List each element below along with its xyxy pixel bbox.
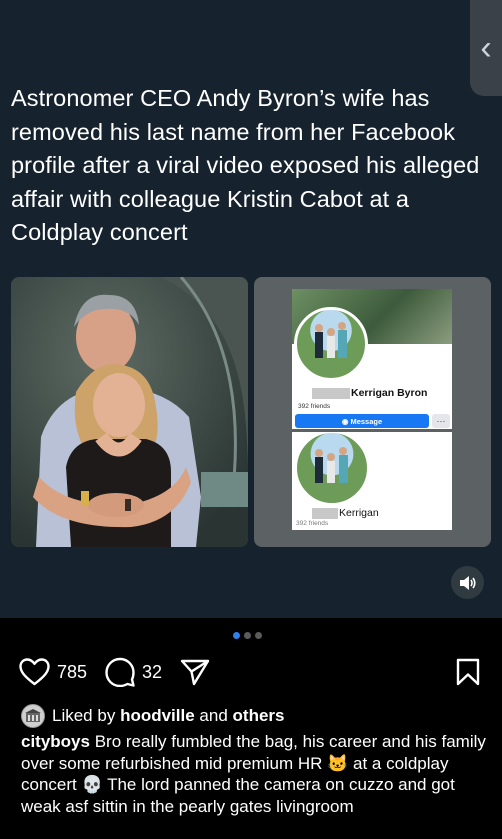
profile-card-top: Kerrigan Byron 392 friends ◉ Message ··· <box>292 289 452 429</box>
post-media: ‹ Astronomer CEO Andy Byron’s wife has r… <box>0 0 502 618</box>
share-button[interactable] <box>180 655 210 689</box>
post-headline: Astronomer CEO Andy Byron’s wife has rem… <box>11 85 480 245</box>
redacted-block <box>312 507 338 519</box>
mute-toggle[interactable] <box>451 566 484 599</box>
caption-username[interactable]: cityboys <box>21 732 90 751</box>
save-button[interactable] <box>456 655 480 689</box>
profile-card-bottom: Kerrigan 392 friends <box>292 432 452 530</box>
profile-name: Kerrigan <box>312 507 379 519</box>
friends-count: 392 friends <box>298 403 331 410</box>
profile-avatar <box>294 432 370 506</box>
redacted-block <box>312 387 350 399</box>
like-button[interactable]: 785 <box>19 655 87 689</box>
skull-emoji: 💀 <box>81 775 103 794</box>
avatar[interactable] <box>21 704 45 728</box>
building-icon <box>25 709 41 722</box>
like-count: 785 <box>57 661 88 682</box>
carousel-dot <box>244 632 251 639</box>
comment-icon <box>105 657 135 687</box>
liked-by-user[interactable]: hoodville <box>120 706 195 726</box>
liked-by-others[interactable]: others <box>233 706 285 726</box>
profile-avatar <box>294 307 368 381</box>
more-button[interactable]: ··· <box>432 414 450 428</box>
liked-by-joiner: and <box>199 706 228 725</box>
profile-name: Kerrigan Byron <box>312 387 427 399</box>
speaker-icon <box>459 575 476 590</box>
comment-button[interactable]: 32 <box>105 655 162 689</box>
bookmark-icon <box>456 658 480 686</box>
carousel-indicator <box>233 632 262 639</box>
liked-by-prefix: Liked by <box>52 706 116 725</box>
carousel-dot <box>233 632 240 639</box>
cat-emoji: 🐱 <box>327 753 349 773</box>
liked-by: Liked by hoodville and others <box>21 704 285 728</box>
heart-icon <box>19 658 50 686</box>
friends-count: 392 friends <box>296 520 329 527</box>
concert-photo[interactable] <box>11 277 248 547</box>
messenger-icon: ◉ <box>341 416 351 426</box>
carousel-dot <box>255 632 262 639</box>
comment-count: 32 <box>142 661 163 682</box>
concert-photo-image <box>11 277 248 547</box>
facebook-screenshot[interactable]: Kerrigan Byron 392 friends ◉ Message ···… <box>254 277 491 547</box>
action-bar: 785 32 <box>0 655 502 689</box>
send-icon <box>180 659 210 686</box>
message-button[interactable]: ◉ Message <box>295 414 429 428</box>
post-caption: cityboys Bro really fumbled the bag, his… <box>21 731 489 817</box>
chevron-left-icon: ‹ <box>480 28 492 67</box>
